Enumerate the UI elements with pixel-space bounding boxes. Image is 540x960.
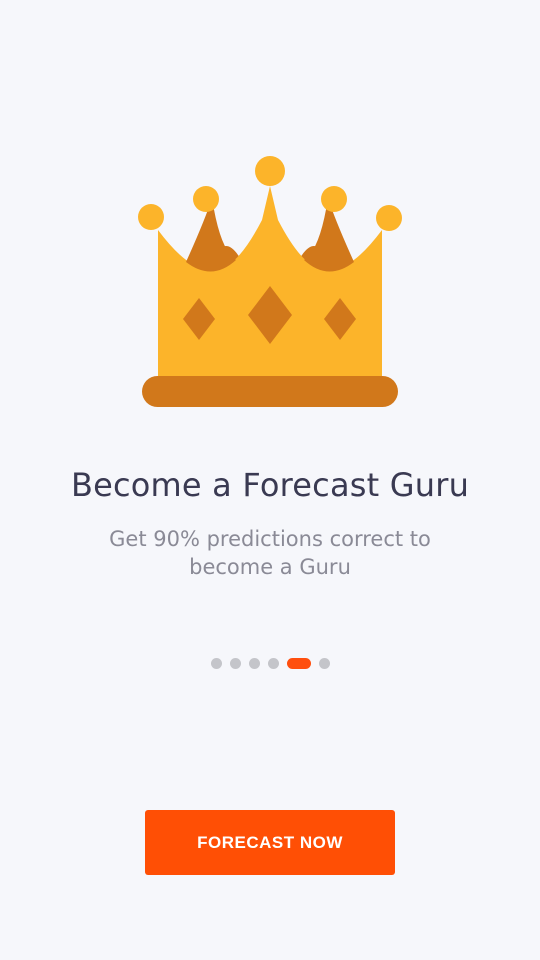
pagination-dot[interactable]: [229, 658, 241, 669]
pagination-dot[interactable]: [248, 658, 260, 669]
crown-ball: [193, 186, 219, 212]
pagination-dots: [0, 658, 540, 669]
crown-ball: [255, 156, 285, 186]
pagination-dot[interactable]: [210, 658, 222, 669]
pagination-dot-active[interactable]: [286, 658, 311, 669]
crown-ball: [321, 186, 347, 212]
crown-base: [142, 376, 398, 407]
pagination-dot[interactable]: [318, 658, 330, 669]
pagination-dot[interactable]: [267, 658, 279, 669]
crown-body: [158, 186, 382, 380]
crown-icon: [138, 156, 402, 407]
onboarding-screen: Become a Forecast Guru Get 90% predictio…: [0, 0, 540, 960]
onboarding-title: Become a Forecast Guru: [70, 466, 470, 504]
crown-ball: [376, 205, 402, 231]
onboarding-subtitle: Get 90% predictions correct to become a …: [109, 527, 431, 579]
forecast-now-button[interactable]: FORECAST NOW: [145, 810, 395, 875]
crown-ball: [138, 204, 164, 230]
